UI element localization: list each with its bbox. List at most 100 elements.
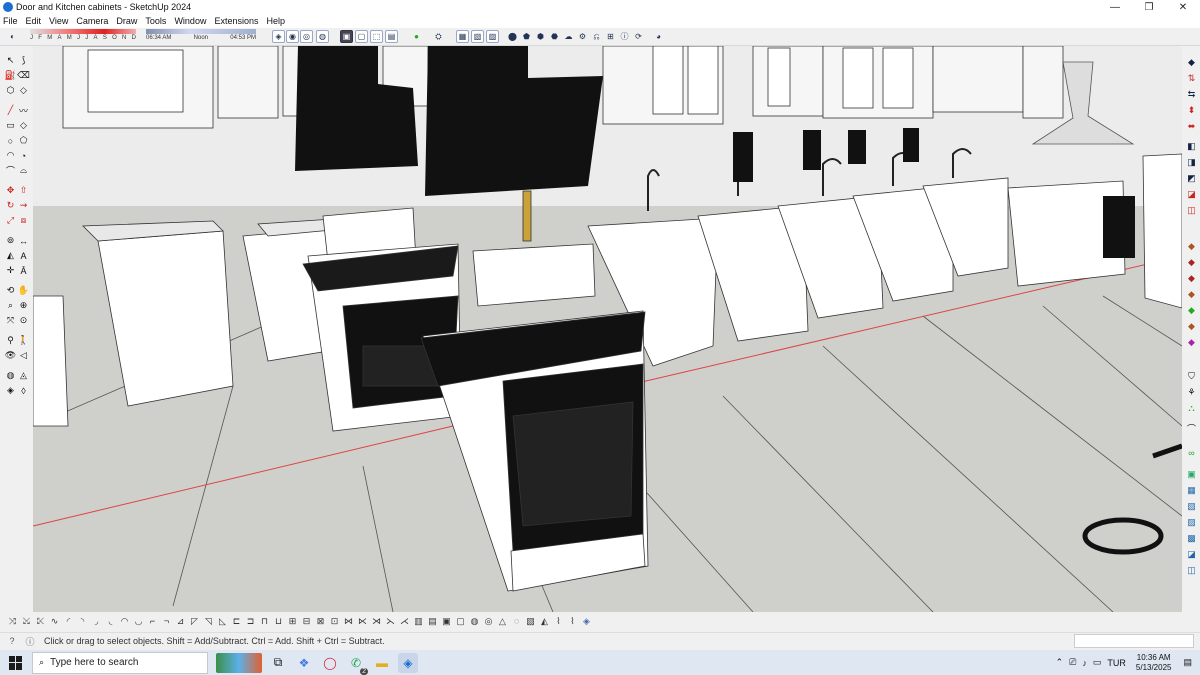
surface-draw-icon[interactable]: ⊐ xyxy=(244,615,257,628)
push-pull-icon[interactable]: ⇧ xyxy=(17,184,30,197)
style-xray-icon[interactable]: ▣ xyxy=(340,30,353,43)
tools-on-surface-icon[interactable]: ◝ xyxy=(76,615,89,628)
chevron-up-icon[interactable]: ⌃ xyxy=(1056,657,1064,668)
component-icon[interactable]: ⬡ xyxy=(4,84,17,97)
follow-me-icon[interactable]: ⇝ xyxy=(17,199,30,212)
taper-icon[interactable]: ⊠ xyxy=(314,615,327,628)
walk-icon[interactable]: 🚶 xyxy=(17,334,30,347)
solid-union-icon[interactable]: ⬟ xyxy=(520,30,533,43)
cylinder-icon[interactable]: ◎ xyxy=(482,615,495,628)
soften-icon[interactable]: ◫ xyxy=(1185,204,1198,217)
offset-icon[interactable]: ⧈ xyxy=(17,214,30,227)
weather-widget-icon[interactable] xyxy=(216,652,262,673)
add-detail-icon[interactable]: ◪ xyxy=(1185,548,1198,561)
maximize-button[interactable]: ❐ xyxy=(1132,0,1166,14)
menu-view[interactable]: View xyxy=(49,16,68,26)
edge-tools-icon[interactable]: ⌐ xyxy=(146,615,159,628)
speaker-icon[interactable]: ♪ xyxy=(1082,658,1087,668)
zoom-icon[interactable]: ⌕ xyxy=(4,299,17,312)
flatten-icon[interactable]: ▨ xyxy=(1185,516,1198,529)
quadface-icon[interactable]: ⊞ xyxy=(286,615,299,628)
menu-tools[interactable]: Tools xyxy=(145,16,166,26)
time-slider[interactable]: 06:34 AM Noon 04:53 PM xyxy=(146,29,256,41)
chamfer-icon[interactable]: ◺ xyxy=(216,615,229,628)
intersect-icon[interactable]: ◆ xyxy=(1185,256,1198,269)
sync-icon[interactable]: ⟳ xyxy=(632,30,645,43)
freehand-icon[interactable]: 〰 xyxy=(17,104,30,117)
tape-measure-icon[interactable]: ⊚ xyxy=(4,234,17,247)
style-shaded-icon[interactable]: ▤ xyxy=(385,30,398,43)
spherify-icon[interactable]: ⋋ xyxy=(384,615,397,628)
flip-edge-icon[interactable]: ◫ xyxy=(1185,564,1198,577)
measurements-box[interactable] xyxy=(1074,634,1194,648)
scale-icon[interactable]: ⤢ xyxy=(4,214,17,227)
lines-to-tubes-icon[interactable]: ⊏ xyxy=(230,615,243,628)
section-fill-icon[interactable]: ▨ xyxy=(486,30,499,43)
views-iso-icon[interactable]: ◈ xyxy=(272,30,285,43)
twist-icon[interactable]: ⊟ xyxy=(300,615,313,628)
menu-window[interactable]: Window xyxy=(174,16,206,26)
radial-bend-icon[interactable]: ⋊ xyxy=(370,615,383,628)
pie-icon[interactable]: ◔ xyxy=(17,149,30,162)
rotated-rectangle-icon[interactable]: ◇ xyxy=(17,119,30,132)
look-around-icon[interactable]: 👁 xyxy=(4,349,17,362)
section-plane-icon[interactable]: ◁ xyxy=(17,349,30,362)
position-camera-icon[interactable]: ⚲ xyxy=(4,334,17,347)
component-options-icon[interactable]: ▦ xyxy=(456,30,469,43)
menu-edit[interactable]: Edit xyxy=(26,16,42,26)
torus-icon[interactable]: ◌ xyxy=(510,615,523,628)
move-icon[interactable]: ✥ xyxy=(4,184,17,197)
rotate-icon[interactable]: ↻ xyxy=(4,199,17,212)
curviloft-icon[interactable]: ⤨ xyxy=(6,615,19,628)
shadows-icon[interactable]: ◩ xyxy=(1185,172,1198,185)
lasso-icon[interactable]: ⟆ xyxy=(17,54,30,67)
opera-icon[interactable]: ◯ xyxy=(320,653,340,673)
profile-path-icon[interactable]: ¬ xyxy=(160,615,173,628)
pipe-along-path-icon[interactable]: ⊓ xyxy=(258,615,271,628)
cloud-icon[interactable]: ☁ xyxy=(562,30,575,43)
solid-subtract-icon[interactable]: ⬢ xyxy=(534,30,547,43)
minimize-button[interactable]: — xyxy=(1098,0,1132,14)
outliner-icon[interactable]: ⇅ xyxy=(1185,72,1198,85)
lattice-icon[interactable]: ▥ xyxy=(412,615,425,628)
menu-file[interactable]: File xyxy=(3,16,18,26)
copilot-icon[interactable]: ❖ xyxy=(294,653,314,673)
shadow-toggle-icon[interactable]: ◐ xyxy=(6,30,19,43)
whatsapp-icon[interactable]: ✆ 2 xyxy=(346,653,368,675)
section-display-icon[interactable]: ▧ xyxy=(471,30,484,43)
polygon-icon[interactable]: ⬠ xyxy=(17,134,30,147)
views-right-icon[interactable]: ◍ xyxy=(316,30,329,43)
profile-builder-icon[interactable]: ⎌ xyxy=(590,30,603,43)
shape-bender-icon[interactable]: ◟ xyxy=(104,615,117,628)
menu-draw[interactable]: Draw xyxy=(116,16,137,26)
instructor-icon[interactable]: ⚘ xyxy=(1185,386,1198,399)
components-icon[interactable]: ⬍ xyxy=(1185,104,1198,117)
loft-icon[interactable]: ◞ xyxy=(90,615,103,628)
subtract-icon[interactable]: ◆ xyxy=(1185,288,1198,301)
style-wireframe-icon[interactable]: ▢ xyxy=(355,30,368,43)
file-explorer-icon[interactable]: ▬ xyxy=(372,653,392,673)
language-indicator[interactable]: TUR xyxy=(1107,658,1126,668)
clock[interactable]: 10:36 AM 5/13/2025 xyxy=(1136,653,1172,673)
paint-bucket-icon[interactable]: ⛽ xyxy=(4,69,17,82)
taskbar-search[interactable]: ⌕ Type here to search xyxy=(32,651,208,674)
sandbox-stamp-icon[interactable]: ◊ xyxy=(17,384,30,397)
joint-push-pull-icon[interactable]: ⤩ xyxy=(20,615,33,628)
materials-icon[interactable]: ⇆ xyxy=(1185,88,1198,101)
axes-icon[interactable]: ✛ xyxy=(4,264,17,277)
settings-icon[interactable]: ⚙ xyxy=(576,30,589,43)
profile-icon[interactable]: ▣ xyxy=(1185,468,1198,481)
battery-icon[interactable]: ▭ xyxy=(1093,657,1102,668)
notifications-icon[interactable]: ▤ xyxy=(1183,657,1192,668)
orbit-icon[interactable]: ⟲ xyxy=(4,284,17,297)
morph-icon[interactable]: ⋌ xyxy=(398,615,411,628)
cone-icon[interactable]: △ xyxy=(496,615,509,628)
circle-icon[interactable]: ○ xyxy=(4,134,17,147)
previous-view-icon[interactable]: ⊙ xyxy=(17,314,30,327)
subdivide-icon[interactable]: ◠ xyxy=(118,615,131,628)
windows-start-icon[interactable] xyxy=(9,655,23,670)
fog-icon[interactable]: ◪ xyxy=(1185,188,1198,201)
extension-warehouse-icon[interactable]: ⬤ xyxy=(506,30,519,43)
fredo-scale-icon[interactable]: ⤪ xyxy=(34,615,47,628)
scenes-icon[interactable]: ◨ xyxy=(1185,156,1198,169)
